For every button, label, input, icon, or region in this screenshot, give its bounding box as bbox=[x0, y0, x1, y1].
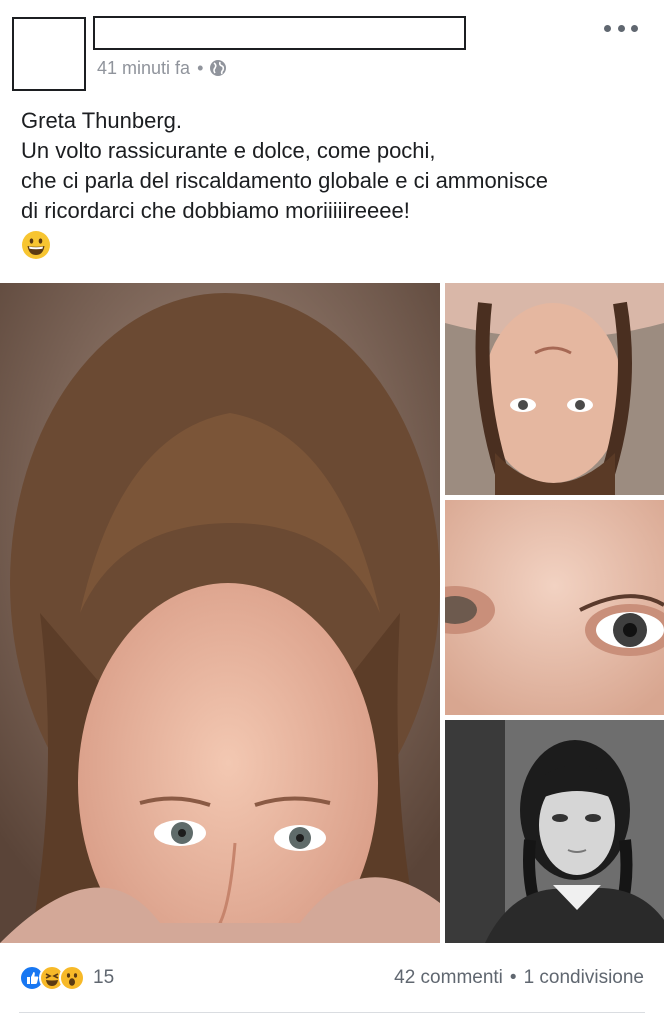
wow-icon bbox=[59, 965, 85, 991]
photo-greta-portrait[interactable] bbox=[0, 283, 440, 943]
post-header: 41 minuti fa • bbox=[0, 0, 664, 96]
comments-link[interactable]: 42 commenti bbox=[394, 967, 503, 989]
post-text-line: Greta Thunberg. bbox=[21, 108, 183, 133]
post-text-line: Un volto rassicurante e dolce, come poch… bbox=[21, 138, 436, 163]
grinning-face-emoji bbox=[21, 230, 51, 260]
photo-black-white-girl[interactable] bbox=[445, 720, 664, 943]
photo-eyes-closeup[interactable] bbox=[445, 500, 664, 715]
photo-greta-upside-down[interactable] bbox=[445, 283, 664, 495]
reactions-summary[interactable]: 15 bbox=[19, 965, 114, 991]
post-timestamp[interactable]: 41 minuti fa bbox=[97, 58, 190, 79]
globe-icon bbox=[209, 59, 227, 77]
post-text-line: di ricordarci che dobbiamo moriiiiireeee… bbox=[21, 198, 410, 223]
more-options-icon[interactable] bbox=[604, 18, 638, 38]
footer-divider bbox=[19, 1012, 645, 1013]
post-stats: 42 commenti • 1 condivisione bbox=[394, 967, 644, 989]
photo-grid bbox=[0, 283, 664, 943]
reaction-count: 15 bbox=[93, 967, 115, 988]
post-text-line: che ci parla del riscaldamento globale e… bbox=[21, 168, 549, 193]
author-name-redacted[interactable] bbox=[93, 16, 466, 50]
post-meta: 41 minuti fa • bbox=[97, 56, 227, 80]
post-text: Greta Thunberg. Un volto rassicurante e … bbox=[21, 106, 651, 260]
shares-link[interactable]: 1 condivisione bbox=[524, 967, 644, 989]
post-footer: 15 42 commenti • 1 condivisione bbox=[0, 955, 664, 1001]
stats-separator: • bbox=[509, 967, 517, 988]
avatar[interactable] bbox=[12, 17, 86, 91]
meta-separator: • bbox=[197, 57, 204, 78]
